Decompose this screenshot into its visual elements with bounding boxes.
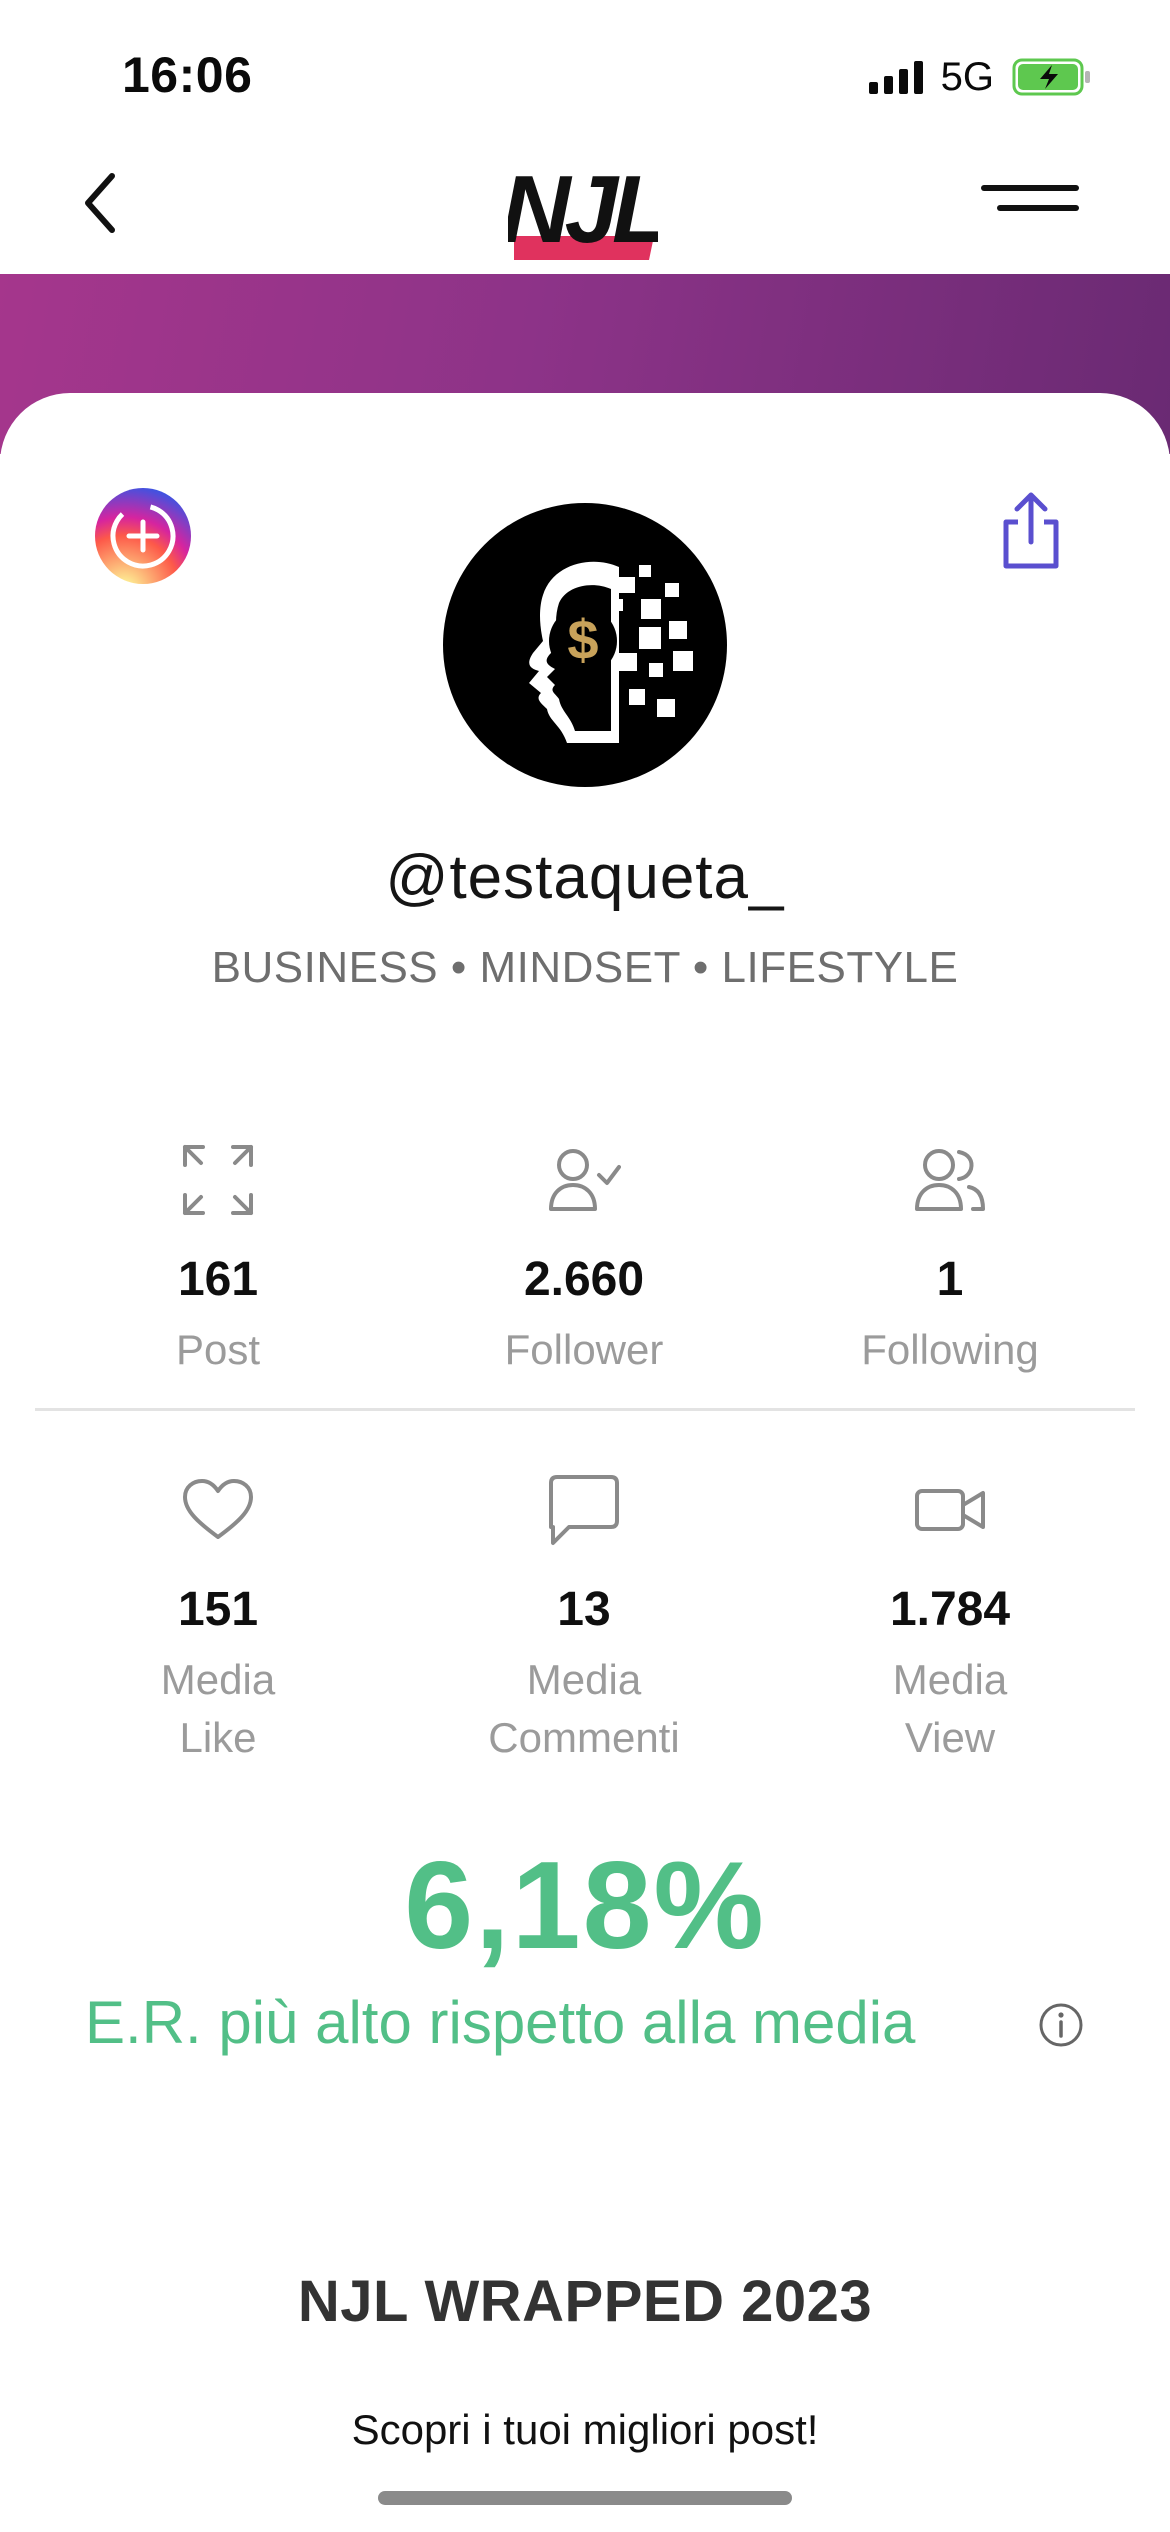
hamburger-menu-icon — [981, 185, 1079, 211]
stat-label: Post — [175, 1326, 261, 1373]
stat-value: 1 — [936, 1253, 964, 1306]
engagement-rate-value: 6,18% — [404, 1837, 766, 1975]
video-icon — [910, 1470, 990, 1550]
stat-label: Media Commenti — [488, 1651, 679, 1767]
profile-stats: 161 Post 2.660 Follower 1 Following — [35, 1140, 1135, 1379]
stat-value: 1.784 — [889, 1583, 1011, 1636]
share-button[interactable] — [996, 490, 1066, 570]
stat-value: 161 — [177, 1253, 259, 1306]
heart-icon — [178, 1470, 258, 1550]
stat-media-view[interactable]: 1.784 Media View — [767, 1470, 1133, 1767]
stat-label-line: Media — [526, 1656, 642, 1703]
stat-media-commenti[interactable]: 13 Media Commenti — [401, 1470, 767, 1767]
network-label: 5G — [940, 54, 994, 99]
status-bar: 16:06 5G — [0, 0, 1170, 150]
media-stats: 151 Media Like 13 Media Commenti 1.784 M… — [35, 1470, 1135, 1767]
stat-label-line: Commenti — [488, 1714, 680, 1761]
instagram-add-icon — [110, 503, 176, 569]
user-check-icon — [544, 1140, 624, 1220]
comment-icon — [544, 1470, 624, 1550]
avatar[interactable]: $ — [443, 503, 727, 787]
stat-value: 2.660 — [523, 1253, 645, 1306]
share-icon — [1003, 492, 1059, 569]
bio: BUSINESS • MINDSET • LIFESTYLE — [211, 943, 959, 992]
back-button[interactable] — [70, 168, 130, 238]
svg-text:$: $ — [567, 608, 598, 671]
status-time: 16:06 — [122, 47, 253, 103]
stat-value: 151 — [177, 1583, 259, 1636]
menu-button[interactable] — [980, 180, 1080, 220]
head-dollar-avatar: $ — [529, 561, 693, 743]
status-indicators: 5G — [868, 52, 1092, 102]
stat-label: Follower — [504, 1326, 664, 1373]
info-icon[interactable] — [1038, 2002, 1084, 2048]
battery-charging-icon — [1012, 58, 1090, 96]
stat-follower[interactable]: 2.660 Follower — [401, 1140, 767, 1379]
svg-text:NJL: NJL — [508, 156, 658, 260]
stat-label: Media Like — [161, 1651, 275, 1767]
engagement-rate-description: E.R. più alto rispetto alla media — [85, 1989, 916, 2056]
nav-bar: NJL — [0, 150, 1170, 275]
stat-following[interactable]: 1 Following — [767, 1140, 1133, 1379]
wrapped-subtitle: Scopri i tuoi migliori post! — [351, 2406, 819, 2453]
wrapped-title: NJL WRAPPED 2023 — [297, 2269, 873, 2334]
stat-media-like[interactable]: 151 Media Like — [35, 1470, 401, 1767]
stats-divider — [35, 1408, 1135, 1411]
stat-label-line: View — [904, 1714, 996, 1761]
signal-icon — [868, 60, 923, 94]
instagram-add-button[interactable] — [95, 488, 191, 584]
stat-post[interactable]: 161 Post — [35, 1140, 401, 1379]
stat-label: Following — [861, 1326, 1039, 1373]
stat-label-line: Media — [892, 1656, 1008, 1703]
stat-label-line: Like — [179, 1714, 257, 1761]
expand-icon — [178, 1140, 258, 1220]
stat-label-line: Media — [160, 1656, 276, 1703]
users-icon — [910, 1140, 990, 1220]
home-indicator[interactable] — [378, 2491, 792, 2505]
stat-label: Media View — [893, 1651, 1007, 1767]
njl-logo: NJL — [508, 156, 658, 260]
username: @testaqueta_ — [385, 843, 785, 912]
stat-value: 13 — [557, 1583, 611, 1636]
chevron-left-icon — [85, 173, 115, 233]
